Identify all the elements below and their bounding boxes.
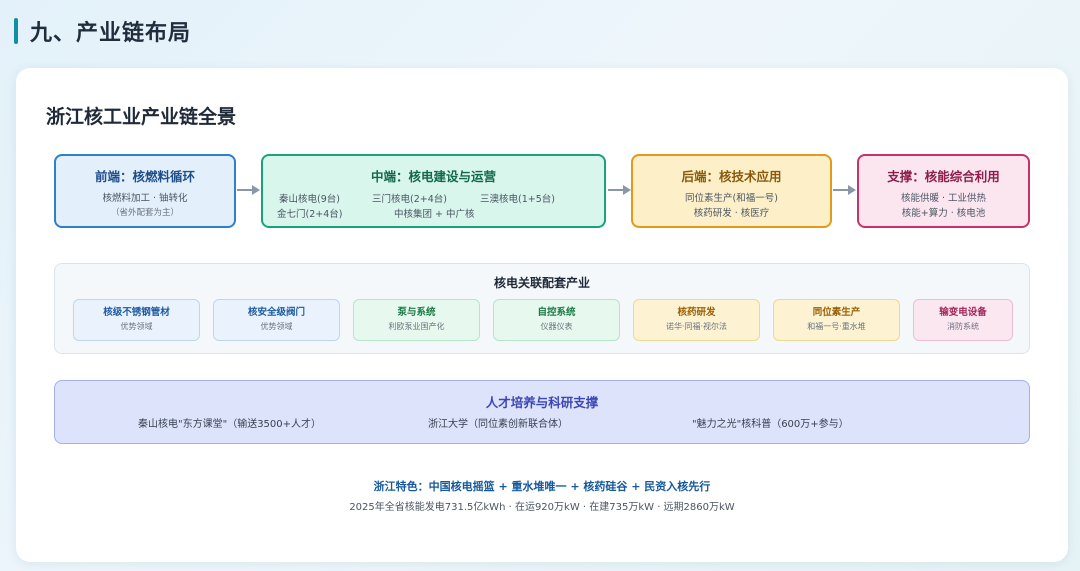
- chip-control-system: 自控系统 仪器仪表: [493, 299, 620, 341]
- page-header: 九、产业链布局: [14, 16, 191, 46]
- stage-support-line2: 核能+算力 · 核电池: [901, 208, 986, 219]
- plant-sanao: 三澳核电(1+5台): [480, 194, 555, 205]
- chip-power-transmission: 输变电设备 消防系统: [913, 299, 1013, 341]
- operators-line: 中核集团 + 中广核: [394, 209, 475, 220]
- stage-support: 支撑：核能综合利用 核能供暖 · 工业供热 核能+算力 · 核电池: [857, 154, 1030, 228]
- stage-front: 前端：核燃料循环 核燃料加工 · 铀转化 （省外配套为主）: [54, 154, 236, 228]
- chip-title: 核安全级阀门: [247, 307, 305, 318]
- chip-subtitle: 和福一号·重水堆: [807, 322, 866, 331]
- chip-subtitle: 仪器仪表: [540, 322, 573, 331]
- stage-back-title: 后端：核技术应用: [681, 169, 782, 184]
- chip-pump-system: 泵与系统 利欧泵业国产化: [353, 299, 480, 341]
- chip-title: 自控系统: [537, 307, 576, 318]
- stage-support-title: 支撑：核能综合利用: [887, 169, 1000, 184]
- page-heading: 九、产业链布局: [30, 21, 192, 46]
- chip-title: 同位素生产: [812, 307, 861, 318]
- plant-qinshan: 秦山核电(9台): [279, 194, 340, 205]
- chip-subtitle: 优势领域: [120, 322, 153, 331]
- power-stats: 2025年全省核能发电731.5亿kWh · 在运920万kW · 在建735万…: [349, 502, 735, 513]
- chip-stainless-pipe: 核级不锈钢管材 优势领域: [73, 299, 200, 341]
- talent-item-outreach: "魅力之光"核科普（600万+参与）: [692, 419, 849, 430]
- talent-title: 人才培养与科研支撑: [485, 395, 599, 410]
- chip-subtitle: 优势领域: [260, 322, 293, 331]
- talent-item-zju: 浙江大学（同位素创新联合体）: [428, 419, 568, 430]
- talent-item-qinshan: 秦山核电"东方课堂"（输送3500+人才）: [138, 419, 322, 430]
- stage-back: 后端：核技术应用 同位素生产(和福一号) 核药研发 · 核医疗: [631, 154, 832, 228]
- stage-back-line2: 核药研发 · 核医疗: [693, 208, 770, 219]
- right-arrow-icon: [831, 183, 857, 197]
- chip-title: 泵与系统: [397, 307, 436, 318]
- card-title: 浙江核工业产业链全景: [46, 106, 237, 128]
- right-arrow-icon: [606, 183, 632, 197]
- talent-research-panel: 人才培养与科研支撑 秦山核电"东方课堂"（输送3500+人才） 浙江大学（同位素…: [54, 380, 1030, 444]
- chip-isotope-production: 同位素生产 和福一号·重水堆: [773, 299, 900, 341]
- stage-front-title: 前端：核燃料循环: [94, 169, 195, 184]
- plant-jinqimen: 金七门(2+4台): [277, 209, 343, 220]
- stage-middle: 中端：核电建设与运营 秦山核电(9台) 三门核电(2+4台) 三澳核电(1+5台…: [261, 154, 606, 228]
- plant-sanmen: 三门核电(2+4台): [372, 194, 447, 205]
- chip-title: 核药研发: [677, 307, 716, 318]
- chip-subtitle: 利欧泵业国产化: [388, 322, 445, 331]
- right-arrow-icon: [235, 183, 261, 197]
- supporting-industries-title: 核电关联配套产业: [493, 276, 590, 290]
- chip-subtitle: 消防系统: [947, 322, 979, 331]
- stage-support-line1: 核能供暖 · 工业供热: [900, 193, 987, 204]
- industry-chain-card: 浙江核工业产业链全景 前端：核燃料循环 核燃料加工 · 铀转化 （省外配套为主）…: [16, 68, 1068, 562]
- stage-middle-items: 秦山核电(9台) 三门核电(2+4台) 三澳核电(1+5台) 金七门(2+4台)…: [263, 191, 604, 227]
- chip-nuclear-medicine: 核药研发 诺华·同福·视尔法: [633, 299, 760, 341]
- chip-title: 输变电设备: [939, 307, 987, 318]
- chip-title: 核级不锈钢管材: [103, 307, 170, 318]
- supporting-industries-panel: 核电关联配套产业 核级不锈钢管材 优势领域 核安全级阀门 优势领域 泵与系统 利…: [54, 263, 1030, 354]
- stage-middle-title: 中端：核电建设与运营: [370, 169, 496, 184]
- chip-subtitle: 诺华·同福·视尔法: [665, 322, 728, 331]
- stage-back-line1: 同位素生产(和福一号): [685, 193, 778, 204]
- stage-front-line: 核燃料加工 · 铀转化: [102, 193, 188, 204]
- zhejiang-feature: 浙江特色：中国核电摇篮 + 重水堆唯一 + 核药硅谷 + 民资入核先行: [373, 480, 711, 493]
- heading-accent-bar: [14, 18, 18, 44]
- stage-front-note: （省外配套为主）: [110, 208, 179, 218]
- chip-safety-valve: 核安全级阀门 优势领域: [213, 299, 340, 341]
